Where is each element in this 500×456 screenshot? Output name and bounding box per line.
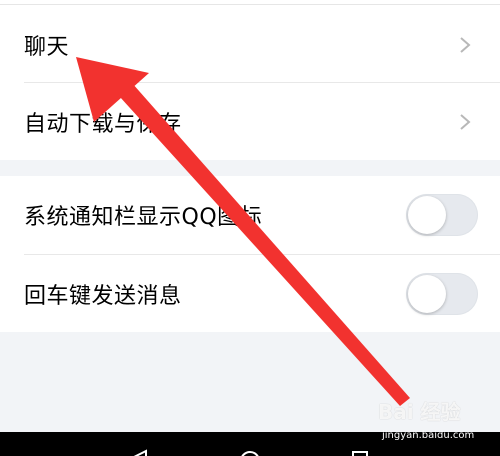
- settings-row-enter-send: 回车键发送消息: [0, 255, 500, 333]
- settings-row-auto-download[interactable]: 自动下载与保存: [0, 83, 500, 161]
- system-nav-bar: [0, 432, 500, 456]
- settings-row-label: 回车键发送消息: [24, 284, 182, 309]
- watermark-logo: Bai 经验: [378, 400, 461, 424]
- settings-row-label: 聊天: [24, 35, 70, 60]
- settings-row-chat[interactable]: 聊天: [0, 6, 500, 84]
- settings-row-label: 自动下载与保存: [24, 112, 182, 137]
- notification-icon-toggle[interactable]: [406, 194, 478, 236]
- toggle-knob: [408, 196, 446, 234]
- settings-row-label: 系统通知栏显示QQ图标: [24, 205, 263, 230]
- top-divider: [0, 4, 500, 5]
- settings-row-notification-icon: 系统通知栏显示QQ图标: [0, 176, 500, 254]
- chevron-right-icon: [460, 37, 471, 53]
- nav-home-icon[interactable]: [238, 449, 262, 456]
- chevron-right-icon: [460, 114, 471, 130]
- enter-send-toggle[interactable]: [406, 273, 478, 315]
- toggle-knob: [408, 275, 446, 313]
- settings-group-1: 聊天 自动下载与保存: [0, 0, 500, 160]
- nav-back-icon[interactable]: [128, 449, 148, 456]
- nav-recents-icon[interactable]: [350, 449, 370, 456]
- settings-group-2: 系统通知栏显示QQ图标 回车键发送消息: [0, 176, 500, 332]
